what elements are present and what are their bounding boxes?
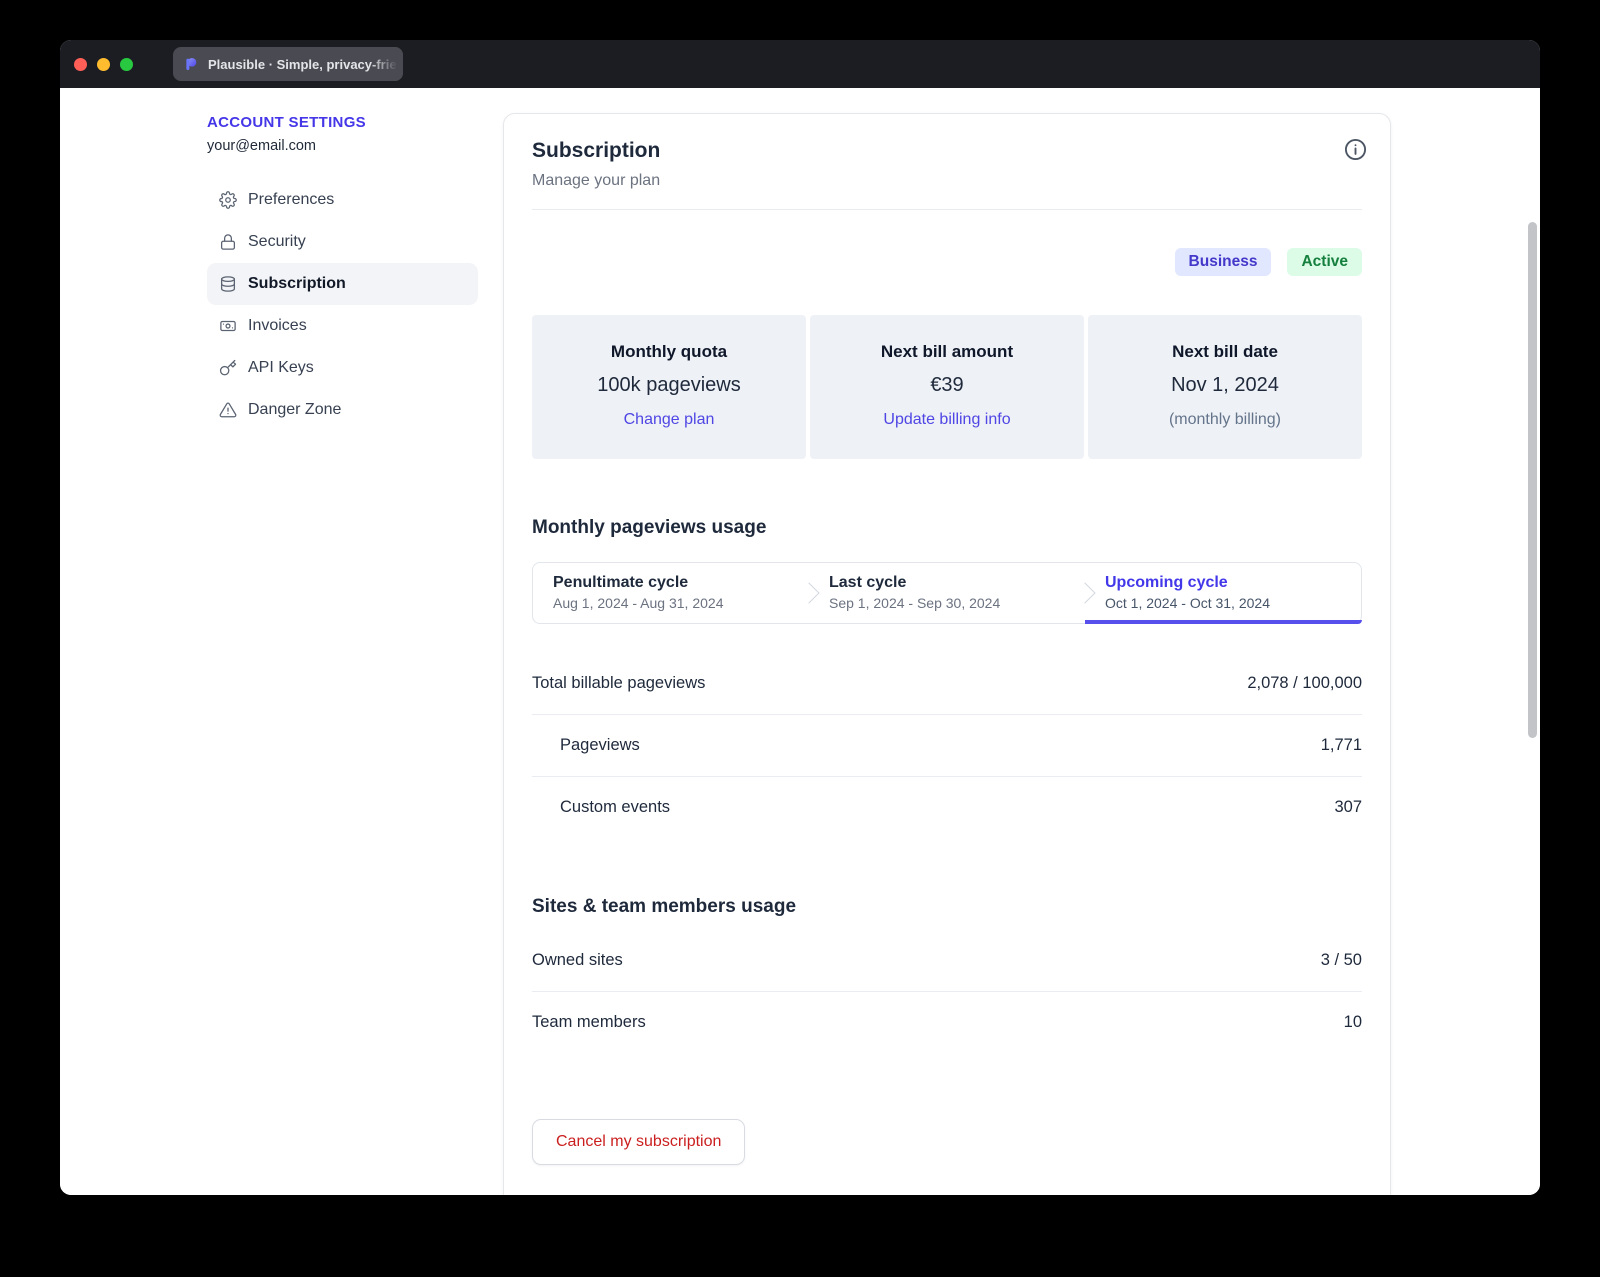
sidebar-item-preferences[interactable]: Preferences: [207, 179, 478, 221]
sidebar-item-api-keys[interactable]: API Keys: [207, 347, 478, 389]
lock-icon: [219, 233, 237, 251]
zoom-window-button[interactable]: [120, 57, 133, 71]
cycle-tab-title: Penultimate cycle: [553, 574, 689, 591]
change-plan-link[interactable]: Change plan: [624, 411, 715, 429]
sidebar-item-label: Danger Zone: [248, 401, 342, 418]
plan-badges: Business Active: [532, 248, 1362, 276]
stat-next-bill-amount: Next bill amount €39 Update billing info: [810, 315, 1084, 459]
cycle-tab-range: Sep 1, 2024 - Sep 30, 2024: [829, 595, 1001, 611]
stat-label: Next bill date: [1172, 342, 1278, 361]
page-subtitle: Manage your plan: [532, 172, 661, 189]
row-value: 1,771: [1320, 736, 1362, 754]
scrollbar-thumb[interactable]: [1528, 222, 1537, 738]
window-titlebar: Plausible · Simple, privacy-frien: [60, 40, 1540, 88]
info-icon[interactable]: [1343, 137, 1368, 162]
database-icon: [219, 275, 237, 293]
row-value: 307: [1334, 798, 1362, 816]
sites-usage-table: Owned sites 3 / 50 Team members 10: [532, 930, 1362, 1053]
row-label: Total billable pageviews: [532, 674, 706, 692]
stat-label: Monthly quota: [610, 342, 728, 361]
sites-usage-heading: Sites & team members usage: [532, 896, 797, 917]
row-value: 10: [1343, 1013, 1362, 1031]
stat-value: €39: [930, 374, 964, 396]
browser-tab[interactable]: Plausible · Simple, privacy-frien: [173, 47, 403, 81]
table-row-custom-events: Custom events 307: [532, 777, 1362, 838]
sidebar-item-label: Subscription: [248, 275, 346, 292]
sidebar: ACCOUNT SETTINGS your@email.com Preferen…: [207, 114, 478, 431]
page-title: Subscription: [532, 139, 661, 162]
settings-nav: Preferences Security Subscription Invoic…: [207, 179, 478, 431]
table-row-pageviews: Pageviews 1,771: [532, 715, 1362, 777]
account-email: your@email.com: [207, 138, 316, 154]
row-value: 2,078 / 100,000: [1247, 674, 1362, 692]
billing-interval-note: (monthly billing): [1168, 411, 1282, 428]
banknote-icon: [219, 317, 237, 335]
row-label: Team members: [532, 1013, 646, 1031]
sidebar-item-subscription[interactable]: Subscription: [207, 263, 478, 305]
close-window-button[interactable]: [74, 57, 87, 71]
sidebar-item-label: Invoices: [248, 317, 307, 334]
subscription-card: Subscription Manage your plan Business A…: [503, 113, 1391, 1195]
sidebar-item-danger-zone[interactable]: Danger Zone: [207, 389, 478, 431]
header-divider: [532, 209, 1362, 210]
cycle-tab-range: Oct 1, 2024 - Oct 31, 2024: [1105, 595, 1270, 611]
status-badge: Active: [1287, 248, 1362, 276]
stat-value: 100k pageviews: [597, 374, 741, 396]
plausible-favicon-icon: [183, 56, 199, 72]
account-settings-title: ACCOUNT SETTINGS: [207, 114, 366, 131]
sidebar-item-label: API Keys: [248, 359, 314, 376]
stat-monthly-quota: Monthly quota 100k pageviews Change plan: [532, 315, 806, 459]
stat-value: Nov 1, 2024: [1171, 374, 1279, 396]
tab-upcoming-cycle[interactable]: Upcoming cycle Oct 1, 2024 - Oct 31, 202…: [1085, 563, 1362, 624]
stat-label: Next bill amount: [880, 342, 1014, 361]
update-billing-info-link[interactable]: Update billing info: [883, 411, 1010, 429]
row-label: Owned sites: [532, 951, 623, 969]
table-row-total-billable: Total billable pageviews 2,078 / 100,000: [532, 653, 1362, 715]
sidebar-item-invoices[interactable]: Invoices: [207, 305, 478, 347]
cycle-tab-title: Last cycle: [829, 574, 907, 591]
stat-next-bill-date: Next bill date Nov 1, 2024 (monthly bill…: [1088, 315, 1362, 459]
tab-title: Plausible · Simple, privacy-frien: [208, 56, 403, 72]
window-controls: [60, 57, 188, 71]
sidebar-item-security[interactable]: Security: [207, 221, 478, 263]
cycle-tab-title: Upcoming cycle: [1105, 574, 1228, 591]
cycle-tab-range: Aug 1, 2024 - Aug 31, 2024: [553, 595, 724, 611]
sidebar-item-label: Security: [248, 233, 306, 250]
row-label: Custom events: [560, 798, 671, 816]
sidebar-item-label: Preferences: [248, 191, 335, 208]
table-row-team-members: Team members 10: [532, 992, 1362, 1053]
row-value: 3 / 50: [1320, 951, 1362, 969]
plan-badge: Business: [1174, 248, 1272, 276]
pageviews-usage-heading: Monthly pageviews usage: [532, 517, 767, 538]
row-label: Pageviews: [560, 736, 640, 754]
tab-penultimate-cycle[interactable]: Penultimate cycle Aug 1, 2024 - Aug 31, …: [533, 563, 809, 623]
table-row-owned-sites: Owned sites 3 / 50: [532, 930, 1362, 992]
key-icon: [219, 359, 237, 377]
billing-cycle-tabs: Penultimate cycle Aug 1, 2024 - Aug 31, …: [532, 562, 1362, 624]
browser-window: Plausible · Simple, privacy-frien ACCOUN…: [60, 40, 1540, 1195]
pageviews-usage-table: Total billable pageviews 2,078 / 100,000…: [532, 653, 1362, 838]
gear-icon: [219, 191, 237, 209]
minimize-window-button[interactable]: [97, 57, 110, 71]
page-content: ACCOUNT SETTINGS your@email.com Preferen…: [60, 88, 1540, 1195]
billing-stats: Monthly quota 100k pageviews Change plan…: [532, 315, 1362, 459]
cancel-subscription-button[interactable]: Cancel my subscription: [532, 1119, 746, 1165]
warning-icon: [219, 401, 237, 419]
tab-last-cycle[interactable]: Last cycle Sep 1, 2024 - Sep 30, 2024: [809, 563, 1085, 623]
